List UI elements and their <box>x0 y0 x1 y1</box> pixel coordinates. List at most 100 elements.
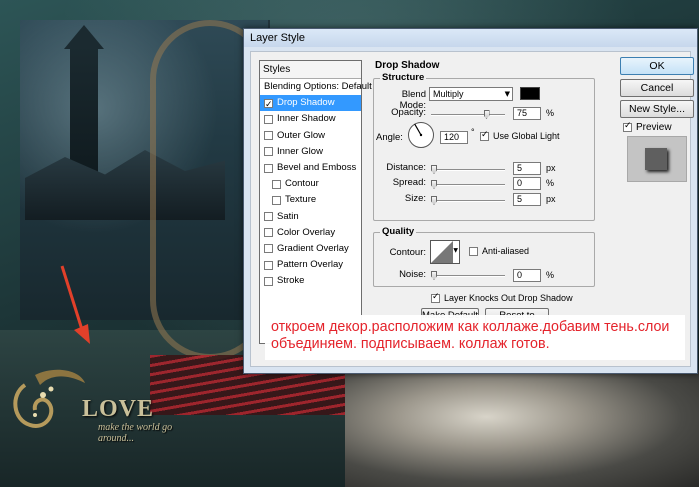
size-slider[interactable] <box>431 196 505 205</box>
style-checkbox[interactable] <box>264 228 273 238</box>
preview-checkbox[interactable]: Preview <box>623 121 672 133</box>
spread-label: Spread: <box>392 177 426 188</box>
noise-label: Noise: <box>399 269 426 280</box>
spread-unit: % <box>546 178 555 188</box>
style-item-label: Inner Glow <box>277 145 323 157</box>
style-item-label: Stroke <box>277 275 305 287</box>
style-item-label: Pattern Overlay <box>277 259 343 271</box>
distance-slider-thumb[interactable] <box>431 165 437 174</box>
style-preview-thumbnail <box>627 136 687 182</box>
noise-input[interactable]: 0 <box>513 269 541 282</box>
love-logo-text: LOVE <box>82 396 155 422</box>
style-checkbox[interactable] <box>264 97 273 113</box>
styles-list-item[interactable]: Inner Shadow <box>260 111 361 127</box>
style-item-label: Gradient Overlay <box>277 242 349 254</box>
preview-label: Preview <box>636 122 672 133</box>
style-item-label: Bevel and Emboss <box>277 162 357 174</box>
styles-list-item[interactable]: Blending Options: Default <box>260 79 372 95</box>
cancel-button[interactable]: Cancel <box>620 79 694 97</box>
style-checkbox[interactable] <box>264 244 273 254</box>
dialog-title: Layer Style <box>250 32 306 44</box>
style-checkbox[interactable] <box>264 147 273 157</box>
opacity-slider[interactable] <box>431 110 505 119</box>
instruction-caption: откроем декор.расположим как коллаже.доб… <box>265 315 685 360</box>
contour-curve-icon <box>431 241 453 263</box>
opacity-unit: % <box>546 108 555 118</box>
structure-label: Structure <box>380 72 427 83</box>
quality-group: Quality Contour: ▼ Anti-aliased Noise: 0 <box>373 226 595 287</box>
noise-unit: % <box>546 270 555 280</box>
styles-list-item[interactable]: Color Overlay <box>260 225 361 241</box>
opacity-slider-thumb[interactable] <box>483 110 490 119</box>
angle-unit: ° <box>471 127 475 137</box>
style-checkbox[interactable] <box>264 114 273 124</box>
preview-check[interactable] <box>623 121 632 132</box>
style-item-label: Blending Options: Default <box>264 81 372 93</box>
angle-input[interactable]: 120 <box>440 131 468 144</box>
styles-list-item[interactable]: Outer Glow <box>260 128 361 144</box>
style-item-label: Outer Glow <box>277 129 326 141</box>
style-item-label: Contour <box>285 178 319 190</box>
panel-title: Drop Shadow <box>375 60 440 71</box>
use-global-light-check[interactable] <box>480 130 489 141</box>
spread-slider[interactable] <box>431 180 505 189</box>
styles-list-item[interactable]: Texture <box>260 192 361 208</box>
contour-label: Contour: <box>389 247 426 258</box>
spread-slider-thumb[interactable] <box>431 180 437 189</box>
styles-list-item[interactable]: Stroke <box>260 273 361 289</box>
red-arrow-icon <box>60 265 90 344</box>
chevron-down-icon: ▼ <box>453 247 458 254</box>
style-preview-swatch <box>645 148 667 170</box>
distance-slider[interactable] <box>431 165 505 174</box>
blend-mode-select[interactable]: Multiply ▼ <box>429 87 513 101</box>
use-global-light-checkbox[interactable]: Use Global Light <box>480 130 560 141</box>
styles-list-item[interactable]: Bevel and Emboss <box>260 160 361 176</box>
knocks-out-label: Layer Knocks Out Drop Shadow <box>444 293 573 303</box>
distance-label: Distance: <box>386 162 426 173</box>
style-item-label: Drop Shadow <box>277 97 335 109</box>
noise-slider-thumb[interactable] <box>431 271 437 280</box>
anti-aliased-checkbox[interactable]: Anti-aliased <box>469 246 529 256</box>
styles-list-item[interactable]: Inner Glow <box>260 144 361 160</box>
new-style-button[interactable]: New Style... <box>620 100 694 118</box>
size-slider-thumb[interactable] <box>431 196 437 205</box>
ok-button[interactable]: OK <box>620 57 694 75</box>
anti-aliased-check[interactable] <box>469 246 478 256</box>
spread-input[interactable]: 0 <box>513 177 541 190</box>
size-input[interactable]: 5 <box>513 193 541 206</box>
angle-dial[interactable] <box>407 121 435 149</box>
contour-picker[interactable]: ▼ <box>430 240 460 264</box>
distance-input[interactable]: 5 <box>513 162 541 175</box>
caption-text: откроем декор.расположим как коллаже.доб… <box>271 319 670 352</box>
style-checkbox[interactable] <box>264 131 273 141</box>
style-item-label: Texture <box>285 194 317 206</box>
styles-list-item[interactable]: Pattern Overlay <box>260 257 361 273</box>
size-label: Size: <box>404 193 426 204</box>
style-checkbox[interactable] <box>264 276 273 286</box>
style-checkbox[interactable] <box>272 195 281 205</box>
quality-label: Quality <box>380 226 417 237</box>
styles-list-item[interactable]: Drop Shadow <box>260 95 361 113</box>
blend-mode-value: Multiply <box>433 89 464 99</box>
noise-slider[interactable] <box>431 271 505 280</box>
structure-group: Structure Blend Mode: Multiply ▼ Opacity… <box>373 72 595 221</box>
style-checkbox[interactable] <box>272 179 281 189</box>
styles-list-item[interactable]: Gradient Overlay <box>260 241 361 257</box>
styles-list-header[interactable]: Styles <box>260 61 361 79</box>
opacity-input[interactable]: 75 <box>513 107 541 120</box>
shadow-color-swatch[interactable] <box>520 87 540 100</box>
size-unit: px <box>546 194 556 204</box>
styles-list: Styles Blending Options: Default Drop Sha… <box>259 60 372 344</box>
styles-list-item[interactable]: Contour <box>260 176 361 192</box>
use-global-light-label: Use Global Light <box>493 131 560 141</box>
knocks-out-check[interactable] <box>431 292 440 303</box>
style-checkbox[interactable] <box>264 212 273 222</box>
knocks-out-checkbox[interactable]: Layer Knocks Out Drop Shadow <box>431 292 573 303</box>
styles-list-item[interactable]: Satin <box>260 209 361 225</box>
dialog-titlebar[interactable]: Layer Style <box>244 29 697 47</box>
style-checkbox[interactable] <box>264 163 273 173</box>
style-item-label: Inner Shadow <box>277 113 336 125</box>
anti-aliased-label: Anti-aliased <box>482 246 530 256</box>
style-checkbox[interactable] <box>264 260 273 270</box>
chevron-down-icon: ▼ <box>504 90 510 98</box>
